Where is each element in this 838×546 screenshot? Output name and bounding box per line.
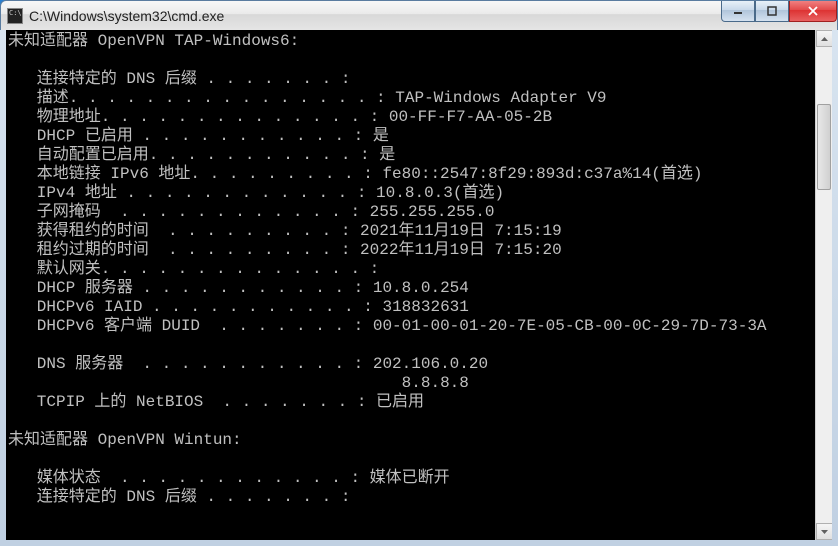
- console-output[interactable]: 未知适配器 OpenVPN TAP-Windows6: 连接特定的 DNS 后缀…: [6, 30, 832, 509]
- chevron-down-icon: [821, 530, 828, 534]
- console-wrap: 未知适配器 OpenVPN TAP-Windows6: 连接特定的 DNS 后缀…: [6, 30, 832, 540]
- maximize-button[interactable]: [755, 1, 789, 22]
- maximize-icon: [767, 6, 777, 16]
- scroll-thumb[interactable]: [817, 104, 831, 190]
- titlebar[interactable]: C:\Windows\system32\cmd.exe: [0, 0, 838, 30]
- scroll-track[interactable]: [816, 47, 832, 523]
- window-title: C:\Windows\system32\cmd.exe: [29, 8, 837, 24]
- minimize-button[interactable]: [721, 1, 755, 22]
- chevron-up-icon: [821, 37, 828, 41]
- close-icon: [807, 6, 819, 16]
- scroll-up-button[interactable]: [816, 30, 832, 47]
- vertical-scrollbar[interactable]: [815, 30, 832, 540]
- close-button[interactable]: [789, 1, 837, 22]
- window-controls: [721, 1, 837, 22]
- minimize-icon: [733, 6, 743, 16]
- client-area: 未知适配器 OpenVPN TAP-Windows6: 连接特定的 DNS 后缀…: [0, 30, 838, 546]
- cmd-icon: [7, 8, 23, 24]
- scroll-down-button[interactable]: [816, 523, 832, 540]
- window: C:\Windows\system32\cmd.exe 未知适配器 OpenVP…: [0, 0, 838, 546]
